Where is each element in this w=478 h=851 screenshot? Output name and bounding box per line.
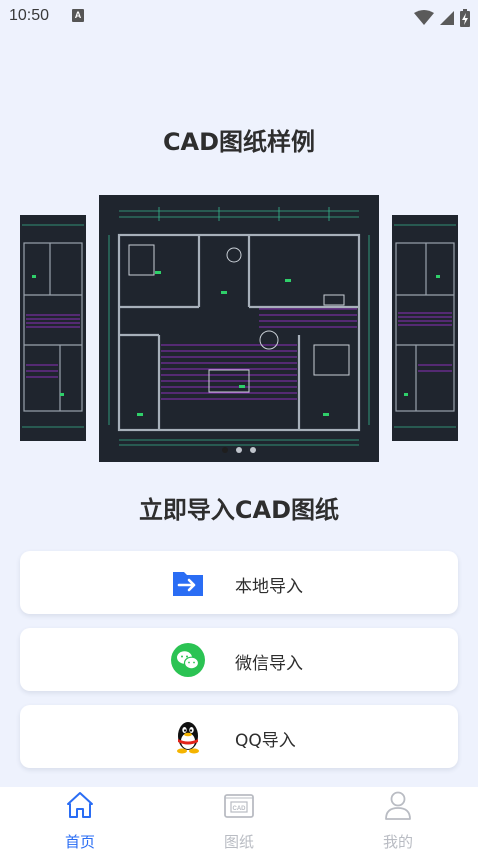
- profile-icon: [385, 791, 411, 820]
- local-import-label: 本地导入: [235, 577, 303, 597]
- svg-text:CAD: CAD: [233, 806, 247, 812]
- signal-icon: [439, 10, 454, 25]
- qq-import-label: QQ导入: [235, 731, 296, 751]
- sample-section-title: CAD图纸样例: [162, 128, 316, 156]
- local-import-button[interactable]: 本地导入: [20, 551, 458, 614]
- nav-profile[interactable]: 我的: [338, 787, 458, 851]
- status-bar: 10:50 A: [0, 0, 478, 34]
- status-icons: [413, 7, 470, 27]
- cad-sample-carousel[interactable]: [0, 195, 478, 462]
- carousel-indicator: [0, 447, 478, 453]
- cad-drawing-icon: CAD: [224, 794, 254, 818]
- carousel-dot: [222, 447, 228, 453]
- folder-arrow-icon: [173, 572, 203, 596]
- cad-floorplan-thumb-2[interactable]: [392, 215, 458, 441]
- status-time: 10:50: [9, 7, 50, 24]
- battery-charging-icon: [460, 8, 470, 27]
- nav-home[interactable]: 首页: [20, 787, 140, 851]
- nav-drawings[interactable]: CAD 图纸: [179, 787, 299, 851]
- carousel-dot: [236, 447, 242, 453]
- nav-home-label: 首页: [64, 833, 95, 851]
- qq-penguin-icon: [177, 722, 199, 754]
- home-icon: [67, 792, 93, 818]
- notification-badge: A: [72, 9, 84, 22]
- cad-floorplan-main[interactable]: [99, 195, 379, 462]
- qq-import-button[interactable]: QQ导入: [20, 705, 458, 768]
- wechat-import-button[interactable]: 微信导入: [20, 628, 458, 691]
- nav-profile-label: 我的: [382, 833, 413, 851]
- nav-drawings-label: 图纸: [223, 833, 254, 851]
- wechat-icon: [171, 643, 205, 677]
- cad-floorplan-thumb-1[interactable]: [20, 215, 86, 441]
- wechat-import-label: 微信导入: [235, 654, 303, 674]
- bottom-navigation: 首页 CAD 图纸 我的: [0, 787, 478, 851]
- import-section-title: 立即导入CAD图纸: [138, 496, 340, 524]
- carousel-dot: [250, 447, 256, 453]
- wifi-icon: [413, 9, 434, 25]
